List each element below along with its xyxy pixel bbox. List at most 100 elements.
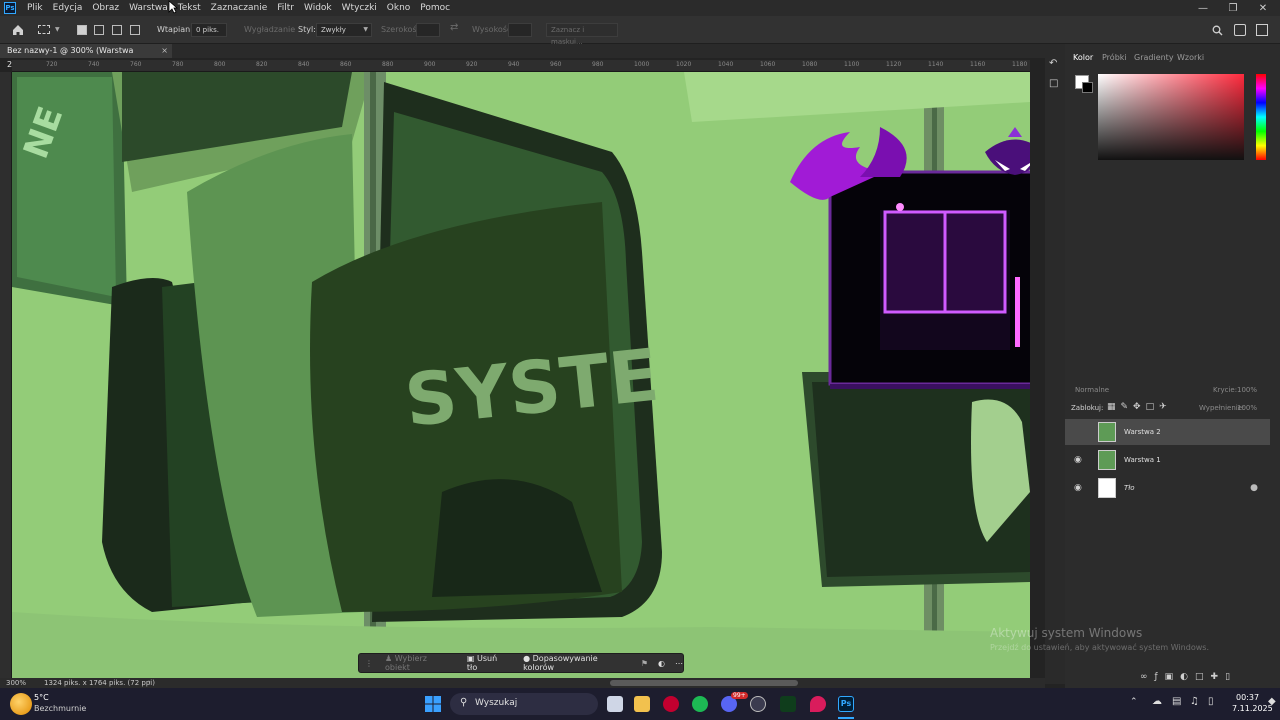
height-input[interactable]	[508, 23, 532, 37]
menu-bar: Ps Plik Edycja Obraz Warstwa Tekst Zazna…	[0, 0, 1280, 16]
history-icon[interactable]: ↶	[1049, 58, 1061, 70]
style-dropdown[interactable]: Zwykły ▼	[316, 23, 372, 37]
menu-image[interactable]: Obraz	[87, 3, 124, 13]
left-ruler	[0, 72, 12, 678]
close-tab-icon[interactable]: ×	[161, 44, 168, 58]
tab-patterns[interactable]: Wzorki	[1177, 53, 1204, 62]
clock-time[interactable]: 00:37	[1236, 693, 1259, 702]
weather-icon[interactable]	[10, 693, 32, 715]
menu-view[interactable]: Widok	[299, 3, 337, 13]
ruler-tick: 760	[130, 61, 142, 68]
close-icon[interactable]: ✕	[1248, 0, 1278, 16]
select-and-mask-button[interactable]: Zaznacz i maskuj...	[546, 23, 618, 46]
ruler-tick: 880	[382, 61, 394, 68]
tray-app-icon[interactable]: ☁	[1152, 696, 1162, 707]
opacity-value[interactable]: 100%	[1237, 386, 1257, 394]
windows-start-icon[interactable]	[425, 696, 441, 712]
blend-mode-dropdown[interactable]: Normalne	[1075, 386, 1109, 394]
drag-handle-icon[interactable]: ⋮	[365, 659, 373, 668]
menu-help[interactable]: Pomoc	[415, 3, 455, 13]
activation-watermark-title: Aktywuj system Windows	[990, 626, 1143, 640]
add-to-selection-icon[interactable]	[94, 25, 104, 35]
network-icon[interactable]: ▤	[1172, 696, 1181, 707]
spotify-icon[interactable]	[692, 696, 708, 712]
workspace-icon[interactable]	[1234, 24, 1246, 36]
opera-icon[interactable]	[663, 696, 679, 712]
more-options-icon[interactable]: ⋯	[675, 659, 683, 668]
steam-icon[interactable]	[750, 696, 766, 712]
clock-date[interactable]: 7.11.2025	[1232, 704, 1273, 713]
select-object-button[interactable]: ♟ Wybierz obiekt	[385, 654, 453, 672]
webcam-overlay-layer[interactable]	[790, 127, 1030, 397]
background-color-swatch[interactable]	[1082, 82, 1093, 93]
volume-icon[interactable]: ♫	[1190, 696, 1199, 707]
tray-chevron-icon[interactable]: ⌃	[1130, 697, 1138, 707]
marquee-tool-preset-icon[interactable]: ▼	[34, 23, 62, 37]
horizontal-scrollbar[interactable]	[610, 680, 798, 686]
zoom-level[interactable]: 300%	[6, 679, 26, 687]
tab-gradients[interactable]: Gradienty	[1134, 53, 1174, 62]
ruler-tick: 780	[172, 61, 184, 68]
windows-taskbar: 5°C Bezchmurnie ⚲ Wyszukaj 99+ Ps ⌃ ☁ ▤ …	[0, 688, 1280, 720]
menu-plugins[interactable]: Wtyczki	[337, 3, 382, 13]
eye-icon[interactable]: ◉	[1074, 483, 1086, 493]
battery-icon[interactable]: ▯	[1208, 696, 1214, 707]
menu-select[interactable]: Zaznaczanie	[206, 3, 273, 13]
adjustment-icon[interactable]: ◐	[658, 659, 665, 668]
style-label: Styl:	[298, 25, 316, 34]
opacity-label: Krycie:	[1213, 386, 1238, 394]
new-selection-icon[interactable]	[77, 25, 87, 35]
excel-icon[interactable]	[780, 696, 796, 712]
color-picker-field[interactable]	[1098, 74, 1244, 160]
swap-icon[interactable]: ⇄	[450, 22, 458, 33]
menu-window[interactable]: Okno	[382, 3, 416, 13]
ruler-tick: 1140	[928, 61, 944, 68]
flag-icon[interactable]: ⚑	[641, 659, 648, 668]
maps-pin-icon[interactable]	[810, 696, 826, 712]
antialias-checkbox[interactable]: Wygładzanie	[244, 25, 295, 34]
eye-icon[interactable]: ◉	[1074, 455, 1086, 465]
document-canvas[interactable]: NE SYSTE	[12, 72, 1030, 678]
lock-icons[interactable]: ▦✎✥□✈	[1107, 402, 1172, 412]
ruler-tick: 720	[46, 61, 58, 68]
photoshop-taskbar-icon[interactable]: Ps	[838, 696, 854, 712]
tab-color[interactable]: Kolor	[1073, 53, 1093, 62]
temperature[interactable]: 5°C	[34, 693, 49, 702]
lock-icon: ●	[1250, 483, 1258, 493]
intersect-selection-icon[interactable]	[130, 25, 140, 35]
share-icon[interactable]	[1256, 24, 1268, 36]
menu-filter[interactable]: Filtr	[272, 3, 299, 13]
status-arrow-icon[interactable]: ›	[148, 678, 151, 686]
status-bar: 300% 1324 piks. x 1764 piks. (72 ppi) ›	[0, 678, 1045, 688]
feather-input[interactable]: 0 piks.	[191, 23, 227, 37]
search-icon[interactable]	[1212, 25, 1223, 36]
comments-icon[interactable]: □	[1049, 78, 1061, 90]
task-view-icon[interactable]	[607, 696, 623, 712]
ruler-tick: 900	[424, 61, 436, 68]
document-tab-bar: Bez nazwy-1 @ 300% (Warstwa 2,RGB/8#) * …	[0, 44, 1045, 69]
fill-value[interactable]: 100%	[1237, 404, 1257, 412]
remove-background-button[interactable]: ▣ Usuń tło	[467, 654, 509, 672]
menu-edit[interactable]: Edycja	[48, 3, 88, 13]
width-input[interactable]	[416, 23, 440, 37]
restore-icon[interactable]: ❐	[1218, 0, 1248, 16]
hue-slider[interactable]	[1256, 74, 1266, 160]
search-icon: ⚲	[460, 697, 468, 708]
notifications-icon[interactable]: ◆	[1268, 696, 1276, 707]
weather-text[interactable]: Bezchmurnie	[34, 704, 86, 713]
layer-actions-bar[interactable]: ∞ƒ▣◐□✚▯	[1140, 672, 1270, 684]
color-adjust-button[interactable]: ● Dopasowywanie kolorów	[523, 654, 629, 672]
tab-swatches[interactable]: Próbki	[1102, 53, 1127, 62]
taskbar-search-box[interactable]: ⚲ Wyszukaj	[450, 693, 598, 715]
home-icon[interactable]	[11, 23, 25, 37]
menu-file[interactable]: Plik	[22, 3, 48, 13]
minimize-icon[interactable]: —	[1188, 0, 1218, 16]
layer-row[interactable]: ◉ Tło ●	[1065, 475, 1270, 501]
subtract-selection-icon[interactable]	[112, 25, 122, 35]
ruler-tick: 1060	[760, 61, 776, 68]
layer-row[interactable]: Warstwa 2	[1065, 419, 1270, 445]
file-explorer-icon[interactable]	[634, 696, 650, 712]
layer-row[interactable]: ◉ Warstwa 1	[1065, 447, 1270, 473]
document-tab[interactable]: Bez nazwy-1 @ 300% (Warstwa 2,RGB/8#) * …	[0, 44, 172, 69]
menu-layer[interactable]: Warstwa	[124, 3, 173, 13]
